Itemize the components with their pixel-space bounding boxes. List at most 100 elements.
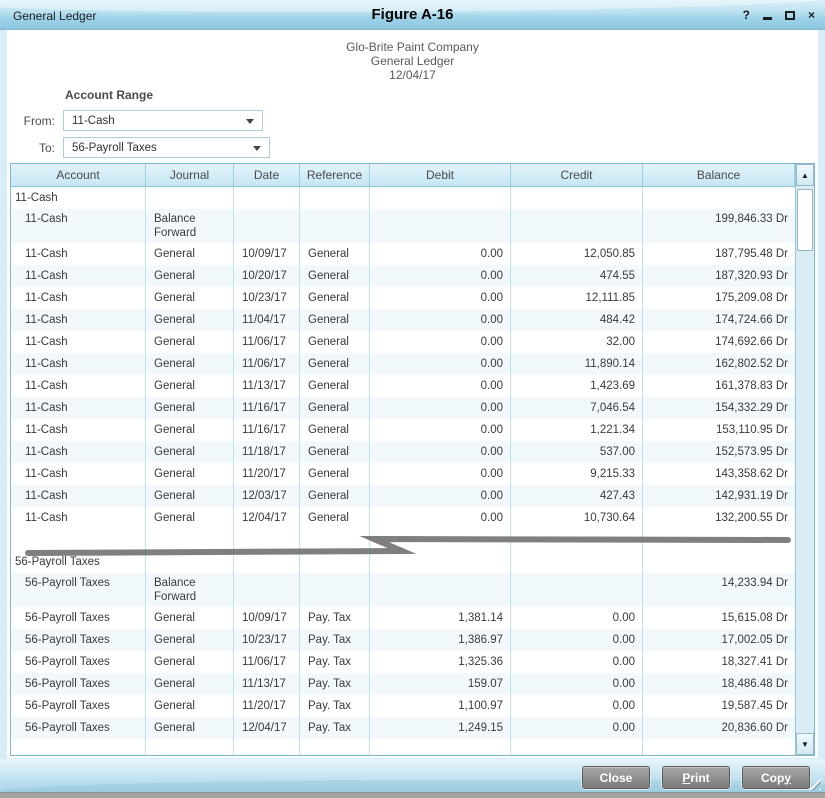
cell-journal: General — [146, 397, 234, 419]
cell-date: 10/20/17 — [234, 265, 300, 287]
cell-balance: 18,327.41 Dr — [643, 651, 795, 673]
table-row: 11-CashGeneral11/04/17General0.00484.421… — [11, 309, 795, 331]
cell-journal: General — [146, 353, 234, 375]
column-header-credit[interactable]: Credit — [511, 164, 643, 186]
to-label: To: — [0, 141, 55, 155]
cell-credit: 1,423.69 — [511, 375, 643, 397]
cell-journal: General — [146, 265, 234, 287]
cell-journal: General — [146, 441, 234, 463]
table-row: 11-CashGeneral10/23/17General0.0012,111.… — [11, 287, 795, 309]
cell-date: 11/16/17 — [234, 419, 300, 441]
column-header-reference[interactable]: Reference — [300, 164, 370, 186]
cell-reference: Pay. Tax — [300, 629, 370, 651]
cell-balance: 15,615.08 Dr — [643, 607, 795, 629]
cell-reference: General — [300, 331, 370, 353]
cell-reference — [300, 529, 370, 551]
table-row: 11-CashGeneral11/20/17General0.009,215.3… — [11, 463, 795, 485]
cell-journal: General — [146, 485, 234, 507]
column-header-debit[interactable]: Debit — [370, 164, 511, 186]
cell-credit: 537.00 — [511, 441, 643, 463]
cell-journal — [146, 529, 234, 551]
cell-date — [234, 529, 300, 551]
close-icon[interactable]: × — [808, 9, 815, 21]
copy-button[interactable]: Copy — [742, 766, 810, 789]
table-row: 56-Payroll TaxesGeneral10/23/17Pay. Tax1… — [11, 629, 795, 651]
cell-credit: 474.55 — [511, 265, 643, 287]
cell-debit — [370, 209, 511, 243]
cell-journal: General — [146, 243, 234, 265]
cell-credit: 9,215.33 — [511, 463, 643, 485]
cell-credit: 0.00 — [511, 717, 643, 739]
cell-credit: 7,046.54 — [511, 397, 643, 419]
cell-date: 11/13/17 — [234, 673, 300, 695]
vertical-scrollbar[interactable]: ▲ ▼ — [795, 164, 814, 755]
help-icon[interactable]: ? — [743, 9, 750, 21]
cell-reference: General — [300, 353, 370, 375]
cell-journal: Balance Forward — [146, 209, 234, 243]
cell-date — [234, 187, 300, 209]
company-name: Glo-Brite Paint Company — [0, 40, 825, 54]
close-button[interactable]: Close — [582, 766, 650, 789]
cell-debit — [370, 529, 511, 551]
cell-date: 12/04/17 — [234, 507, 300, 529]
cell-balance: 143,358.62 Dr — [643, 463, 795, 485]
window-controls: ? × — [743, 0, 815, 30]
cell-journal: General — [146, 651, 234, 673]
cell-debit: 1,100.97 — [370, 695, 511, 717]
cell-reference: General — [300, 507, 370, 529]
cell-reference: General — [300, 243, 370, 265]
table-row: 56-Payroll TaxesGeneral11/20/17Pay. Tax1… — [11, 695, 795, 717]
cell-debit — [370, 187, 511, 209]
print-button[interactable]: Print — [662, 766, 730, 789]
cell-date: 10/09/17 — [234, 607, 300, 629]
table-body: 11-Cash11-CashBalance Forward199,846.33 … — [11, 187, 795, 755]
cell-debit: 0.00 — [370, 507, 511, 529]
cell-reference: General — [300, 287, 370, 309]
cell-debit: 0.00 — [370, 375, 511, 397]
cell-date — [234, 209, 300, 243]
cell-debit: 0.00 — [370, 309, 511, 331]
cell-credit — [511, 573, 643, 607]
minimize-icon[interactable] — [763, 17, 772, 20]
column-header-balance[interactable]: Balance — [643, 164, 795, 186]
cell-debit: 0.00 — [370, 287, 511, 309]
cell-journal — [146, 739, 234, 755]
cell-reference: General — [300, 463, 370, 485]
window-border-right — [818, 30, 825, 792]
column-header-journal[interactable]: Journal — [146, 164, 234, 186]
column-header-date[interactable]: Date — [234, 164, 300, 186]
cell-credit: 32.00 — [511, 331, 643, 353]
cell-debit: 1,381.14 — [370, 607, 511, 629]
cell-date: 11/20/17 — [234, 463, 300, 485]
cell-reference: Pay. Tax — [300, 607, 370, 629]
cell-journal: General — [146, 375, 234, 397]
cell-date: 11/04/17 — [234, 309, 300, 331]
cell-balance: 18,486.48 Dr — [643, 673, 795, 695]
cell-date: 11/06/17 — [234, 353, 300, 375]
cell-credit — [511, 551, 643, 573]
cell-balance: 153,110.95 Dr — [643, 419, 795, 441]
to-account-dropdown[interactable]: 56-Payroll Taxes — [63, 137, 270, 158]
cell-credit — [511, 187, 643, 209]
cell-account: 56-Payroll Taxes — [11, 695, 146, 717]
cell-account: 11-Cash — [11, 209, 146, 243]
scrollbar-thumb[interactable] — [797, 189, 813, 251]
cell-account: 11-Cash — [11, 441, 146, 463]
cell-journal: General — [146, 629, 234, 651]
cell-date: 12/04/17 — [234, 717, 300, 739]
cell-credit — [511, 739, 643, 755]
cell-debit: 1,386.97 — [370, 629, 511, 651]
cell-debit: 0.00 — [370, 265, 511, 287]
cell-date — [234, 739, 300, 755]
cell-account: 11-Cash — [11, 375, 146, 397]
cell-date: 11/06/17 — [234, 331, 300, 353]
window-bottom-edge — [0, 792, 825, 798]
cell-balance — [643, 739, 795, 755]
cell-journal — [146, 187, 234, 209]
scroll-down-icon[interactable]: ▼ — [796, 733, 814, 755]
maximize-icon[interactable] — [785, 11, 795, 20]
scroll-up-icon[interactable]: ▲ — [796, 164, 814, 186]
from-account-dropdown[interactable]: 11-Cash — [63, 110, 263, 131]
column-header-account[interactable]: Account — [11, 164, 146, 186]
cell-balance: 174,724.66 Dr — [643, 309, 795, 331]
